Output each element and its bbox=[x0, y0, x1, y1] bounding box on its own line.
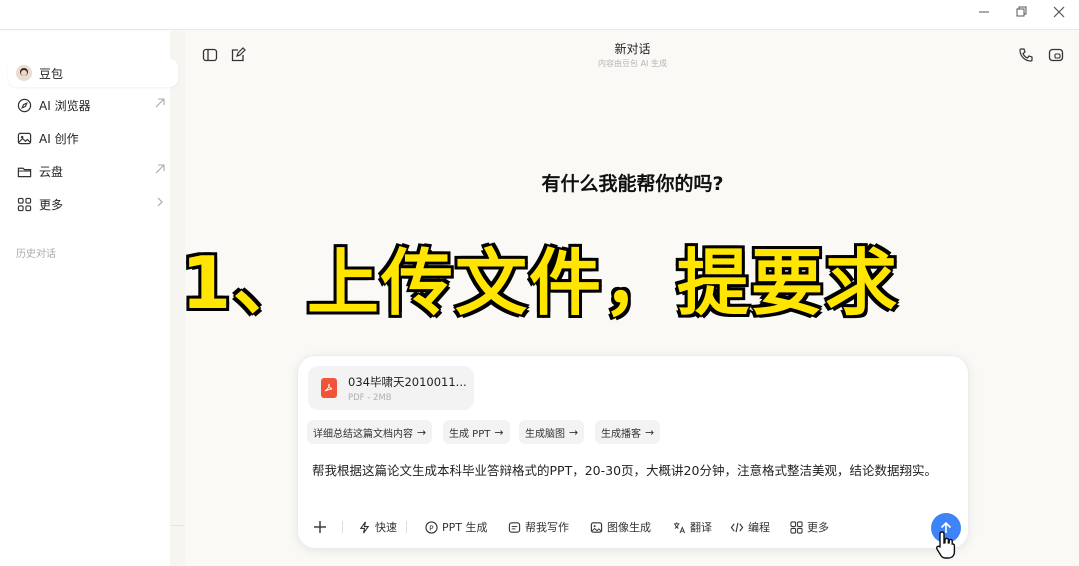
file-name: 034毕啸天2010011... bbox=[348, 375, 467, 389]
sidebar-item-label: AI 创作 bbox=[39, 131, 79, 146]
suggestion-label: 生成脑图 bbox=[525, 428, 565, 440]
greeting-heading: 有什么我能帮你的吗? bbox=[541, 173, 724, 195]
compass-icon bbox=[16, 97, 32, 113]
history-label: 历史对话 bbox=[16, 249, 56, 260]
code-icon bbox=[730, 520, 744, 534]
sidebar-item-label: AI 浏览器 bbox=[39, 98, 91, 113]
tool-label: PPT 生成 bbox=[442, 521, 488, 534]
writing-icon bbox=[507, 520, 521, 534]
toolbar-divider bbox=[342, 521, 343, 533]
tool-ppt[interactable]: P PPT 生成 bbox=[424, 517, 487, 537]
arrow-right-icon: → bbox=[417, 425, 427, 439]
hand-cursor-icon bbox=[935, 530, 957, 560]
chevron-right-icon bbox=[154, 196, 168, 210]
suggestion-label: 生成 PPT bbox=[449, 428, 491, 440]
chat-input-card: 034毕啸天2010011... PDF - 2MB 详细总结这篇文档内容 → 生… bbox=[297, 355, 969, 549]
video-caption-overlay: 1、上传文件，提要求 bbox=[179, 240, 900, 327]
toolbar-divider bbox=[406, 521, 407, 533]
tool-coding[interactable]: 编程 bbox=[730, 517, 770, 537]
image-icon bbox=[589, 520, 603, 534]
svg-text:P: P bbox=[429, 523, 434, 532]
tool-label: 翻译 bbox=[690, 521, 712, 534]
suggestion-label: 生成播客 bbox=[601, 428, 641, 440]
close-icon[interactable] bbox=[1050, 6, 1068, 24]
tool-image-generation[interactable]: 图像生成 bbox=[589, 517, 651, 537]
folder-icon bbox=[16, 163, 32, 179]
suggestion-summarize[interactable]: 详细总结这篇文档内容 → bbox=[307, 420, 433, 444]
arrow-right-icon: → bbox=[569, 425, 579, 439]
external-arrow-icon bbox=[154, 163, 168, 177]
sidebar-item-cloud-drive[interactable]: 云盘 bbox=[8, 157, 178, 185]
grid-icon bbox=[789, 520, 803, 534]
arrow-right-icon: → bbox=[645, 425, 655, 439]
tool-label: 更多 bbox=[807, 521, 829, 534]
plus-icon bbox=[313, 520, 327, 534]
window-titlebar bbox=[0, 0, 1079, 30]
ppt-icon: P bbox=[424, 520, 438, 534]
suggestion-mindmap[interactable]: 生成脑图 → bbox=[519, 420, 585, 444]
suggestion-podcast[interactable]: 生成播客 → bbox=[595, 420, 661, 444]
lightning-icon bbox=[357, 520, 371, 534]
tool-label: 帮我写作 bbox=[525, 521, 569, 534]
divider bbox=[170, 525, 185, 526]
attached-file-chip[interactable]: 034毕啸天2010011... PDF - 2MB bbox=[308, 366, 474, 410]
chat-window-icon[interactable] bbox=[1048, 47, 1066, 65]
external-arrow-icon bbox=[154, 97, 168, 111]
phone-icon[interactable] bbox=[1018, 47, 1036, 65]
pdf-file-icon bbox=[321, 378, 337, 398]
tool-label: 编程 bbox=[748, 521, 770, 534]
translate-icon bbox=[672, 520, 686, 534]
image-icon bbox=[16, 130, 32, 146]
avatar-icon bbox=[16, 65, 32, 81]
tool-quick[interactable]: 快速 bbox=[357, 517, 397, 537]
prompt-input[interactable]: 帮我根据这篇论文生成本科毕业答辩格式的PPT，20-30页，大概讲20分钟，注意… bbox=[312, 460, 952, 481]
file-meta: PDF - 2MB bbox=[348, 393, 392, 403]
sidebar-item-label: 豆包 bbox=[39, 66, 64, 81]
chat-subtitle: 内容由豆包 AI 生成 bbox=[598, 59, 667, 68]
sidebar-item-label: 更多 bbox=[39, 197, 64, 212]
suggestion-ppt[interactable]: 生成 PPT → bbox=[443, 420, 510, 444]
chat-title: 新对话 bbox=[614, 42, 651, 56]
tool-writing[interactable]: 帮我写作 bbox=[507, 517, 569, 537]
add-attachment-button[interactable] bbox=[313, 517, 331, 537]
sidebar-item-doubao[interactable]: 豆包 bbox=[8, 59, 178, 87]
tool-label: 图像生成 bbox=[607, 521, 651, 534]
restore-icon[interactable] bbox=[1012, 6, 1030, 24]
minimize-icon[interactable] bbox=[975, 6, 993, 24]
suggestion-label: 详细总结这篇文档内容 bbox=[313, 428, 413, 440]
sidebar-item-ai-browser[interactable]: AI 浏览器 bbox=[8, 91, 178, 119]
arrow-right-icon: → bbox=[494, 425, 504, 439]
tool-label: 快速 bbox=[375, 521, 397, 534]
tool-translate[interactable]: 翻译 bbox=[672, 517, 712, 537]
sidebar-item-ai-create[interactable]: AI 创作 bbox=[8, 124, 178, 152]
grid-icon bbox=[16, 196, 32, 212]
sidebar-item-label: 云盘 bbox=[39, 164, 64, 179]
tool-more[interactable]: 更多 bbox=[789, 517, 829, 537]
sidebar-item-more[interactable]: 更多 bbox=[8, 190, 178, 218]
